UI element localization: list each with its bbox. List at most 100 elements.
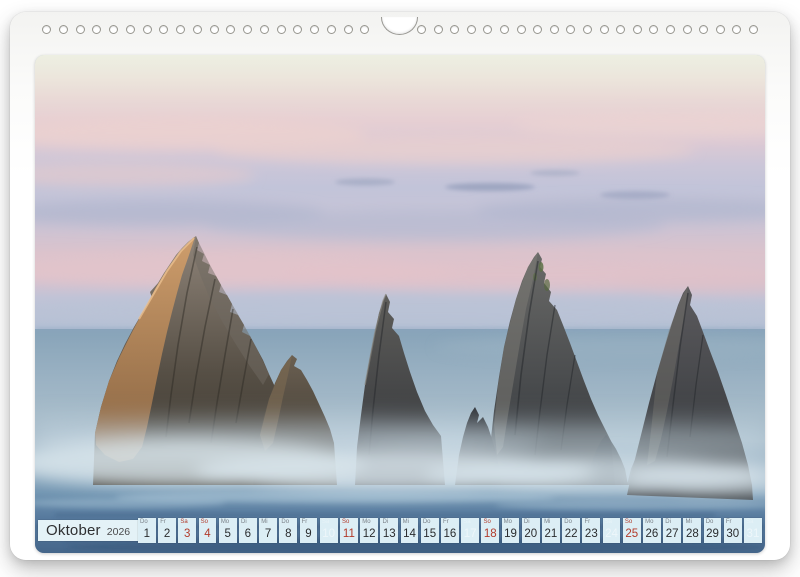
binding-hole-icon	[450, 25, 459, 34]
day-number: 11	[343, 529, 355, 544]
weekday-label: Sa	[180, 519, 187, 525]
calendar-page: Oktober 2026 Do1Fr2Sa3So4Mo5Di6Mi7Do8Fr9…	[10, 12, 790, 560]
binding-hole-icon	[566, 25, 575, 34]
weekday-label: Do	[564, 519, 572, 525]
day-cell: So 18	[481, 518, 499, 543]
binding-hole-icon	[600, 25, 609, 34]
weekday-label: Do	[281, 519, 289, 525]
weekday-label: Sa	[746, 519, 753, 525]
weekday-label: Mi	[261, 519, 267, 525]
weekday-label: Mo	[362, 519, 370, 525]
day-number: 14	[403, 529, 416, 544]
day-number: 6	[245, 529, 251, 544]
day-number: 30	[726, 529, 739, 544]
binding-hole-icon	[517, 25, 526, 34]
day-cell: So 11	[340, 518, 358, 543]
day-cell: Di27	[663, 518, 681, 543]
weekday-label: So	[483, 519, 490, 525]
day-number: 12	[363, 529, 376, 544]
binding-hole-icon	[699, 25, 708, 34]
binding-hole-icon	[143, 25, 152, 34]
day-number: 13	[383, 529, 396, 544]
binding-hole-icon	[159, 25, 168, 34]
seascape-scene	[35, 55, 765, 553]
binding-hole-icon	[633, 25, 642, 34]
weekday-label: Do	[140, 519, 148, 525]
binding-hole-icon	[683, 25, 692, 34]
day-cell: Mi7	[259, 518, 277, 543]
day-number: 17	[464, 529, 477, 544]
weekday-label: Fr	[726, 519, 732, 525]
calendar-photo: Oktober 2026 Do1Fr2Sa3So4Mo5Di6Mi7Do8Fr9…	[35, 55, 765, 553]
binding-hole-icon	[417, 25, 426, 34]
day-number: 24	[605, 529, 618, 544]
day-cell: Sa3	[178, 518, 196, 543]
binding-hole-icon	[310, 25, 319, 34]
day-cell: Fr 16	[441, 518, 459, 543]
weekday-label: Di	[524, 519, 530, 525]
day-number: 20	[524, 529, 537, 544]
binding-hole-icon	[76, 25, 85, 34]
day-cell: Mo 12	[360, 518, 378, 543]
weekday-label: Di	[382, 519, 388, 525]
day-number: 15	[423, 529, 436, 544]
binding-hole-icon	[583, 25, 592, 34]
weekday-label: Mo	[645, 519, 653, 525]
day-cell: Di6	[239, 518, 257, 543]
day-number: 16	[444, 529, 457, 544]
hanger-cutout-icon	[381, 17, 418, 35]
binding-hole-icon	[327, 25, 336, 34]
weekday-label: Do	[706, 519, 714, 525]
month-label: Oktober	[46, 522, 101, 539]
binding-hole-icon	[176, 25, 185, 34]
binding-hole-icon	[293, 25, 302, 34]
weekday-label: Mi	[685, 519, 691, 525]
weekday-label: Sa	[322, 519, 329, 525]
day-number: 31	[747, 529, 760, 544]
binding-hole-icon	[193, 25, 202, 34]
binding-hole-icon	[126, 25, 135, 34]
weekday-label: So	[342, 519, 349, 525]
binding-hole-icon	[277, 25, 286, 34]
day-cell: Sa24	[603, 518, 621, 543]
binding-hole-icon	[533, 25, 542, 34]
binding-hole-icon	[92, 25, 101, 34]
day-cell: Do8	[279, 518, 297, 543]
day-cell: Sa 31	[744, 518, 762, 543]
binding-hole-icon	[649, 25, 658, 34]
day-cells-row: Do1Fr2Sa3So4Mo5Di6Mi7Do8Fr9Sa10So11Mo12D…	[138, 518, 762, 543]
weekday-label: Mo	[221, 519, 229, 525]
day-cell: Mi 28	[683, 518, 701, 543]
binding-hole-icon	[616, 25, 625, 34]
day-number: 18	[484, 529, 497, 544]
day-number: 27	[666, 529, 679, 544]
binding-hole-icon	[59, 25, 68, 34]
month-label-box: Oktober 2026	[38, 520, 138, 541]
binding-hole-icon	[42, 25, 51, 34]
weekday-label: Fr	[160, 519, 166, 525]
binding-hole-icon	[434, 25, 443, 34]
binding-hole-icon	[260, 25, 269, 34]
day-cell: Mi21	[542, 518, 560, 543]
weekday-label: Mi	[403, 519, 409, 525]
day-cell: Mo26	[643, 518, 661, 543]
weekday-label: So	[201, 519, 208, 525]
day-cell: Mi 14	[401, 518, 419, 543]
day-number: 29	[706, 529, 719, 544]
day-number: 1	[144, 529, 150, 544]
day-cell: Do15	[421, 518, 439, 543]
day-number: 28	[686, 529, 699, 544]
binding-hole-icon	[109, 25, 118, 34]
weekday-label: Fr	[584, 519, 590, 525]
binding-hole-icon	[226, 25, 235, 34]
weekday-label: So	[625, 519, 632, 525]
binding-hole-icon	[360, 25, 369, 34]
day-cell: Do 1	[138, 518, 156, 543]
binding-hole-icon	[467, 25, 476, 34]
day-number: 22	[565, 529, 578, 544]
binding-hole-icon	[344, 25, 353, 34]
weekday-label: Fr	[443, 519, 449, 525]
day-number: 19	[504, 529, 517, 544]
binding-hole-icon	[243, 25, 252, 34]
date-strip: Oktober 2026 Do1Fr2Sa3So4Mo5Di6Mi7Do8Fr9…	[35, 517, 765, 545]
